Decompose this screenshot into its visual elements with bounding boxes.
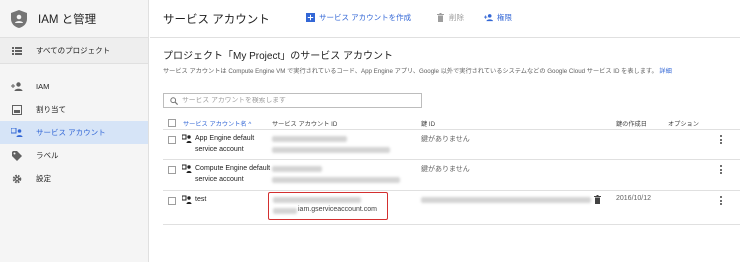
column-id-header: サービス アカウント ID: [272, 121, 338, 128]
redacted-email: [272, 147, 390, 153]
service-account-name-text: App Engine default service account: [195, 135, 255, 153]
sidebar-item-label: IAM: [36, 82, 50, 91]
shield-icon: [11, 9, 27, 28]
person-add-icon: [11, 82, 23, 92]
sidebar-item-label: 割り当て: [36, 105, 66, 114]
delete-button[interactable]: 削除: [436, 12, 464, 23]
service-account-icon: [182, 134, 192, 143]
key-id-value: 鍵がありません: [421, 166, 470, 173]
sidebar-item-iam[interactable]: IAM: [0, 75, 148, 98]
service-account-icon: [182, 164, 192, 173]
sidebar-header: IAM と管理: [0, 0, 148, 38]
description-text: サービス アカウントは Compute Engine VM で実行されているコー…: [163, 68, 658, 75]
list-icon: [12, 46, 22, 55]
service-account-name-text: test: [195, 196, 207, 203]
service-account-name: Compute Engine default service account: [182, 163, 274, 185]
sidebar-item-label: ラベル: [36, 151, 59, 160]
trash-icon[interactable]: [594, 195, 601, 204]
service-account-icon: [11, 128, 23, 138]
select-all-checkbox[interactable]: [168, 119, 176, 127]
column-name-header[interactable]: サービス アカウント名 ^: [183, 119, 251, 128]
sidebar-item-settings[interactable]: 設定: [0, 167, 148, 190]
service-account-name: test: [182, 194, 274, 205]
add-box-icon: [306, 13, 315, 22]
create-service-account-label: サービス アカウントを作成: [319, 13, 412, 22]
sidebar-nav: IAM 割り当て サービス アカウント ラベル 設定: [0, 75, 148, 190]
table-row[interactable]: Compute Engine default service account 鍵…: [163, 160, 740, 191]
more-options-icon[interactable]: [718, 196, 724, 205]
top-bar: サービス アカウント サービス アカウントを作成 削除 権限: [150, 0, 740, 38]
redacted-email: [272, 166, 322, 172]
key-id-value: 鍵がありません: [421, 136, 470, 143]
permissions-button[interactable]: 権限: [484, 12, 512, 23]
page-header-title: サービス アカウント: [163, 13, 270, 26]
row-checkbox[interactable]: [168, 166, 176, 174]
column-key-id-header: 鍵 ID: [421, 121, 436, 128]
details-link[interactable]: 詳細: [659, 68, 671, 75]
more-options-icon[interactable]: [718, 165, 724, 174]
search-box[interactable]: [163, 93, 422, 108]
table-header: サービス アカウント名 ^ サービス アカウント ID 鍵 ID 鍵の作成日 オ…: [163, 116, 740, 130]
search-input[interactable]: [182, 97, 402, 104]
more-options-icon[interactable]: [718, 135, 724, 144]
project-selector-label: すべてのプロジェクト: [36, 46, 111, 55]
table-row[interactable]: App Engine default service account 鍵がありま…: [163, 130, 740, 160]
email-domain-text: iam.gserviceaccount.com: [298, 206, 377, 213]
sidebar: IAM と管理 すべてのプロジェクト IAM 割り当て サービス アカウント ラ…: [0, 0, 149, 262]
redacted-email: [272, 177, 400, 183]
row-checkbox[interactable]: [168, 136, 176, 144]
redacted-key-id: [421, 197, 591, 203]
label-icon: [11, 150, 23, 161]
search-icon: [170, 96, 178, 105]
table-row[interactable]: test iam.gserviceaccount.com 2016/10/12: [163, 191, 740, 225]
service-account-icon: [182, 195, 192, 204]
service-account-name-text: Compute Engine default service account: [195, 165, 271, 183]
redacted-email: [273, 197, 361, 203]
row-checkbox[interactable]: [168, 197, 176, 205]
sidebar-item-label: サービス アカウント: [36, 128, 106, 137]
column-options-header: オプション: [668, 121, 699, 128]
sidebar-item-quotas[interactable]: 割り当て: [0, 98, 148, 121]
project-selector[interactable]: すべてのプロジェクト: [0, 38, 148, 64]
create-service-account-button[interactable]: サービス アカウントを作成: [306, 12, 411, 23]
redacted-email: [273, 208, 297, 214]
sidebar-item-labels[interactable]: ラベル: [0, 144, 148, 167]
page-title: プロジェクト「My Project」のサービス アカウント: [163, 51, 394, 62]
sidebar-item-service-accounts[interactable]: サービス アカウント: [0, 121, 148, 144]
page-description: サービス アカウントは Compute Engine VM で実行されているコー…: [163, 67, 733, 77]
main-content: プロジェクト「My Project」のサービス アカウント サービス アカウント…: [150, 38, 740, 262]
delete-label: 削除: [449, 13, 464, 22]
sidebar-title: IAM と管理: [38, 13, 97, 26]
trash-icon: [436, 13, 445, 22]
service-accounts-table: サービス アカウント名 ^ サービス アカウント ID 鍵 ID 鍵の作成日 オ…: [163, 116, 740, 225]
redacted-email: [272, 136, 347, 142]
service-account-name: App Engine default service account: [182, 133, 274, 155]
gear-icon: [11, 174, 23, 184]
permissions-label: 権限: [497, 13, 512, 22]
key-created-date: 2016/10/12: [616, 195, 652, 202]
sidebar-item-label: 設定: [36, 174, 51, 183]
column-created-header: 鍵の作成日: [616, 121, 647, 128]
dashboard-icon: [11, 104, 23, 115]
person-add-icon: [484, 13, 493, 22]
